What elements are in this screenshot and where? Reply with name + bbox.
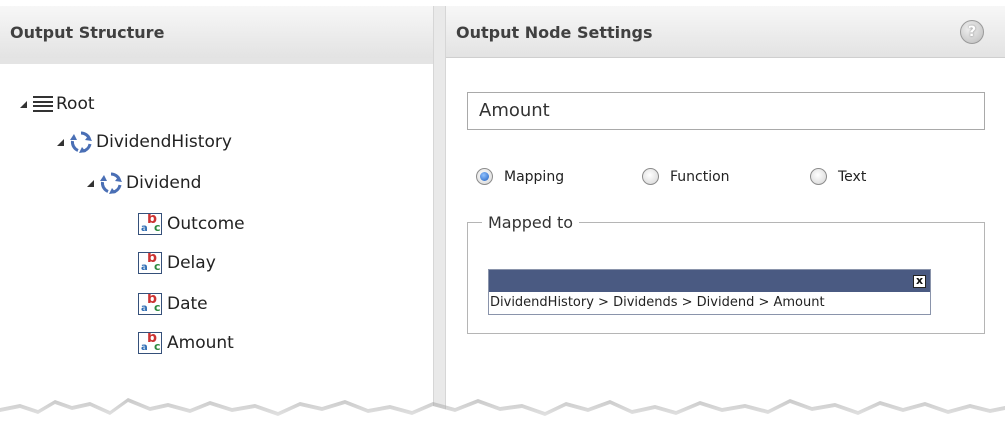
output-node-settings-panel: Output Node Settings ? Amount Mapping Fu… — [445, 6, 1005, 426]
output-structure-panel: Output Structure Root DividendHistory Di… — [0, 6, 434, 426]
help-icon[interactable]: ? — [960, 20, 984, 44]
expanded-triangle-icon[interactable] — [87, 179, 94, 187]
panel-splitter[interactable] — [433, 6, 445, 426]
tree-node-root[interactable]: Root — [20, 92, 95, 116]
radio-text[interactable]: Text — [810, 168, 866, 185]
string-type-icon: abc — [138, 252, 162, 274]
list-icon — [33, 96, 53, 112]
output-structure-header: Output Structure — [0, 6, 433, 64]
tree-node-label: Outcome — [167, 214, 245, 234]
cycle-icon — [70, 131, 92, 153]
tree-node-label: Root — [56, 94, 95, 114]
mapped-path-text: DividendHistory > Dividends > Dividend >… — [490, 295, 825, 310]
tree-node-label: Amount — [167, 333, 234, 353]
tree-node-label: DividendHistory — [96, 132, 232, 152]
tree-node-delay[interactable]: abc Delay — [138, 251, 216, 275]
mapped-source-item[interactable]: x DividendHistory > Dividends > Dividend… — [488, 269, 931, 315]
radio-selected-icon[interactable] — [476, 168, 493, 185]
torn-edge-decoration — [0, 398, 1005, 436]
string-type-icon: abc — [138, 213, 162, 235]
radio-unselected-icon[interactable] — [810, 168, 827, 185]
radio-label: Text — [838, 168, 867, 185]
mapped-to-legend: Mapped to — [488, 213, 574, 232]
tree-node-label: Date — [167, 294, 208, 314]
tree-node-dividendhistory[interactable]: DividendHistory — [57, 130, 232, 154]
radio-label: Function — [670, 168, 730, 185]
output-node-settings-header: Output Node Settings — [446, 6, 1005, 58]
mapped-item-titlebar: x — [489, 270, 930, 292]
expanded-triangle-icon[interactable] — [20, 100, 27, 108]
cycle-icon — [100, 172, 122, 194]
string-type-icon: abc — [138, 293, 162, 315]
tree-node-date[interactable]: abc Date — [138, 292, 208, 316]
tree-node-label: Delay — [167, 253, 216, 273]
radio-unselected-icon[interactable] — [642, 168, 659, 185]
radio-mapping[interactable]: Mapping — [476, 168, 564, 185]
node-name-input[interactable]: Amount — [467, 92, 985, 130]
tree-node-amount[interactable]: abc Amount — [138, 331, 234, 355]
radio-function[interactable]: Function — [642, 168, 730, 185]
remove-mapping-icon[interactable]: x — [913, 275, 926, 288]
expanded-triangle-icon[interactable] — [57, 138, 64, 146]
tree-node-dividend[interactable]: Dividend — [87, 171, 201, 195]
tree-node-outcome[interactable]: abc Outcome — [138, 212, 245, 236]
string-type-icon: abc — [138, 332, 162, 354]
tree-node-label: Dividend — [126, 173, 202, 193]
radio-label: Mapping — [504, 168, 565, 185]
